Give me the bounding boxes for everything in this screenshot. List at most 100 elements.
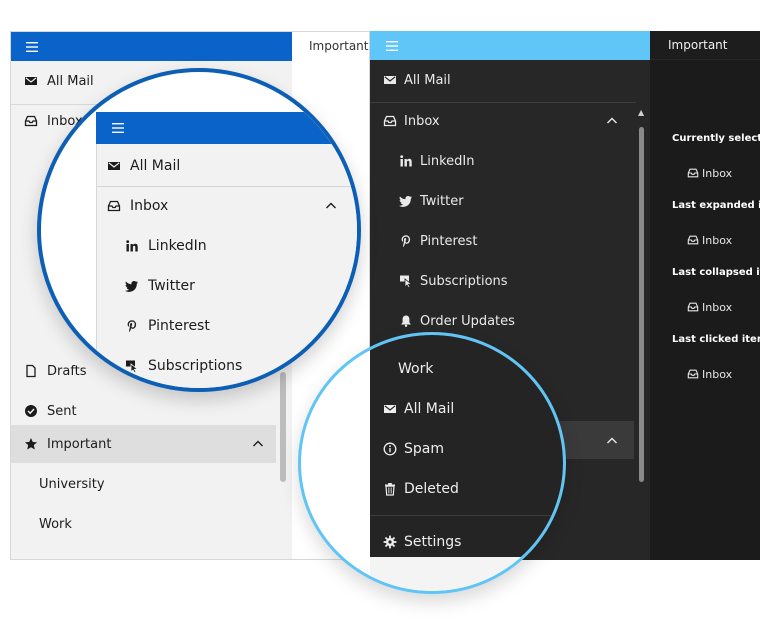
hamburger-menu-icon[interactable] [110, 120, 126, 136]
content-header: Important [650, 31, 760, 60]
dark-magnifier-circle: Work All Mail Spam Deleted Settings [298, 332, 566, 594]
info-value-currently-selected: Inbox [686, 165, 732, 181]
pinterest-icon [398, 233, 414, 249]
envelope-icon [382, 72, 398, 88]
info-label-last-clicked: Last clicked item [672, 334, 760, 345]
dark-header-bar [370, 31, 650, 60]
nav-item-label: Work [398, 361, 434, 377]
nav-item-twitter[interactable]: Twitter [96, 266, 357, 306]
cursor-click-icon [398, 273, 414, 289]
envelope-icon [23, 73, 39, 89]
info-value-last-collapsed: Inbox [686, 299, 732, 315]
nav-item-label: Pinterest [420, 233, 478, 249]
nav-item-label: Inbox [404, 113, 440, 129]
info-label-last-expanded: Last expanded it [672, 200, 760, 211]
nav-item-spam[interactable]: Spam [370, 429, 563, 469]
chevron-up-icon[interactable] [323, 198, 339, 214]
pinterest-icon [124, 318, 140, 334]
nav-divider [370, 515, 563, 516]
nav-item-inbox[interactable]: Inbox [370, 101, 636, 141]
info-value-text: Inbox [702, 367, 733, 381]
nav-item-linkedin[interactable]: LinkedIn [96, 226, 357, 266]
linkedin-icon [398, 153, 414, 169]
chevron-up-icon[interactable] [604, 433, 620, 449]
nav-item-linkedin[interactable]: LinkedIn [370, 141, 636, 181]
nav-item-label: LinkedIn [420, 153, 475, 169]
nav-item-label: Inbox [130, 198, 169, 214]
nav-item-label: Order Updates [420, 313, 515, 329]
scrollbar-thumb[interactable] [280, 372, 286, 482]
nav-item-pinterest[interactable]: Pinterest [370, 221, 636, 261]
content-title: Important [309, 39, 369, 53]
star-icon [23, 436, 39, 452]
nav-item-label: All Mail [404, 401, 455, 417]
document-icon [23, 363, 39, 379]
scrollbar-thumb[interactable] [639, 127, 644, 482]
nav-item-label: All Mail [130, 158, 181, 174]
nav-item-label: Settings [404, 534, 462, 550]
twitter-bird-icon [398, 193, 414, 209]
nav-item-all-mail[interactable]: All Mail [370, 389, 563, 429]
nav-item-pinterest[interactable]: Pinterest [96, 306, 357, 346]
nav-item-all-mail[interactable]: All Mail [96, 146, 357, 186]
nav-item-label: Twitter [148, 278, 195, 294]
light-magnifier-circle: All Mail Inbox LinkedIn Twitter Pinteres… [37, 68, 361, 392]
info-value-text: Inbox [702, 300, 733, 314]
inbox-tray-icon [686, 232, 700, 248]
inbox-tray-icon [382, 113, 398, 129]
nav-item-university[interactable]: University [11, 464, 292, 504]
info-value-last-clicked: Inbox [686, 366, 732, 382]
nav-item-label: Subscriptions [420, 273, 508, 289]
envelope-icon [382, 401, 398, 417]
dark-content-area: Important Currently selecte Inbox Last e… [650, 31, 760, 560]
info-label-last-collapsed: Last collapsed ite [672, 267, 760, 278]
nav-item-work[interactable]: Work [370, 349, 563, 389]
nav-item-label: Sent [47, 403, 77, 419]
info-value-last-expanded: Inbox [686, 232, 732, 248]
nav-item-important[interactable]: Important [11, 424, 292, 464]
scroll-up-arrow-icon[interactable]: ▲ [638, 108, 644, 117]
gear-icon [382, 534, 398, 550]
chevron-up-icon[interactable] [604, 113, 620, 129]
nav-item-label: Spam [404, 441, 444, 457]
magnified-header-bar [96, 112, 357, 144]
nav-item-label: Work [39, 516, 72, 532]
chevron-up-icon[interactable] [250, 436, 266, 452]
nav-item-label: All Mail [404, 72, 451, 88]
info-label-currently-selected: Currently selecte [672, 133, 760, 144]
twitter-bird-icon [124, 278, 140, 294]
hamburger-menu-icon[interactable] [384, 38, 400, 54]
nav-item-subscriptions[interactable]: Subscriptions [370, 261, 636, 301]
nav-item-settings[interactable]: Settings [370, 522, 563, 562]
info-circle-icon [382, 441, 398, 457]
inbox-tray-icon [106, 198, 122, 214]
hamburger-menu-icon[interactable] [24, 39, 40, 55]
linkedin-icon [124, 238, 140, 254]
nav-item-inbox[interactable]: Inbox [96, 186, 357, 226]
nav-item-label: Deleted [404, 481, 459, 497]
trash-icon [382, 481, 398, 497]
nav-item-label: Pinterest [148, 318, 210, 334]
content-title: Important [668, 38, 728, 52]
outside-window-area [370, 557, 563, 591]
nav-item-label: Twitter [420, 193, 464, 209]
nav-item-subscriptions[interactable]: Subscriptions [96, 346, 357, 386]
nav-item-all-mail[interactable]: All Mail [370, 60, 636, 100]
light-header-bar [11, 32, 292, 61]
info-value-text: Inbox [702, 166, 733, 180]
inbox-tray-icon [23, 113, 39, 129]
envelope-icon [106, 158, 122, 174]
nav-item-label: LinkedIn [148, 238, 207, 254]
nav-item-label: Important [47, 436, 112, 452]
inbox-tray-icon [686, 366, 700, 382]
bell-icon [398, 313, 414, 329]
nav-item-twitter[interactable]: Twitter [370, 181, 636, 221]
inbox-tray-icon [686, 165, 700, 181]
nav-item-deleted[interactable]: Deleted [370, 469, 563, 509]
nav-item-label: Subscriptions [148, 358, 243, 374]
nav-item-work[interactable]: Work [11, 504, 292, 544]
inbox-tray-icon [686, 299, 700, 315]
nav-item-label: University [39, 476, 105, 492]
magnifier-content: All Mail Inbox LinkedIn Twitter Pinteres… [41, 72, 357, 388]
cursor-click-icon [124, 358, 140, 374]
